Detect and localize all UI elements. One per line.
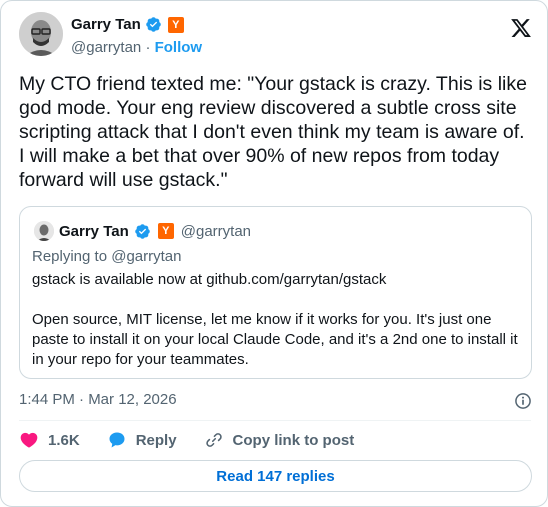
timestamp[interactable]: 1:44 PM · Mar 12, 2026 (19, 391, 177, 408)
like-button[interactable]: 1.6K (19, 430, 80, 450)
reply-label: Reply (135, 431, 177, 449)
quoted-avatar (34, 221, 54, 241)
replying-to-label: Replying to @garrytan (32, 248, 182, 265)
verified-badge-icon (134, 223, 150, 239)
author-handle-row: @garrytan · Follow (71, 39, 202, 56)
follow-button[interactable]: Follow (155, 39, 203, 56)
reply-bubble-icon (109, 432, 125, 448)
copy-link-label: Copy link to post (232, 431, 355, 449)
like-count: 1.6K (48, 431, 80, 449)
tweet-text: My CTO friend texted me: "Your gstack is… (19, 73, 533, 191)
quoted-tweet-header: Garry Tan Y @garrytan (34, 221, 251, 241)
divider (19, 420, 531, 421)
quoted-tweet[interactable]: Garry Tan Y @garrytan Replying to @garry… (19, 206, 532, 379)
avatar[interactable] (19, 12, 63, 56)
copy-link-button[interactable]: Copy link to post (204, 430, 355, 450)
author-handle[interactable]: @garrytan (71, 39, 141, 56)
link-icon (205, 433, 222, 447)
action-bar: 1.6K Reply Copy link to post (19, 429, 381, 451)
author-name-row: Garry Tan Y (71, 16, 184, 33)
quoted-tweet-text: gstack is available now at github.com/ga… (32, 271, 518, 368)
read-replies-button[interactable]: Read 147 replies (19, 460, 532, 492)
author-name[interactable]: Garry Tan (71, 16, 141, 33)
yc-badge-icon: Y (167, 16, 184, 33)
tweet-card: Garry Tan Y @garrytan · Follow My CTO fr… (0, 0, 548, 507)
timestamp-row: 1:44 PM · Mar 12, 2026 (19, 391, 533, 411)
quoted-author-name: Garry Tan (59, 222, 129, 240)
tweet-header: Garry Tan Y @garrytan · Follow (19, 12, 533, 60)
reply-button[interactable]: Reply (107, 430, 177, 450)
separator-dot: · (145, 39, 151, 56)
info-icon[interactable] (513, 391, 533, 411)
heart-icon (20, 432, 38, 448)
yc-badge-icon: Y (157, 223, 174, 239)
x-logo-icon[interactable] (509, 17, 533, 39)
verified-badge-icon (145, 17, 161, 32)
quoted-author-handle: @garrytan (180, 222, 252, 240)
